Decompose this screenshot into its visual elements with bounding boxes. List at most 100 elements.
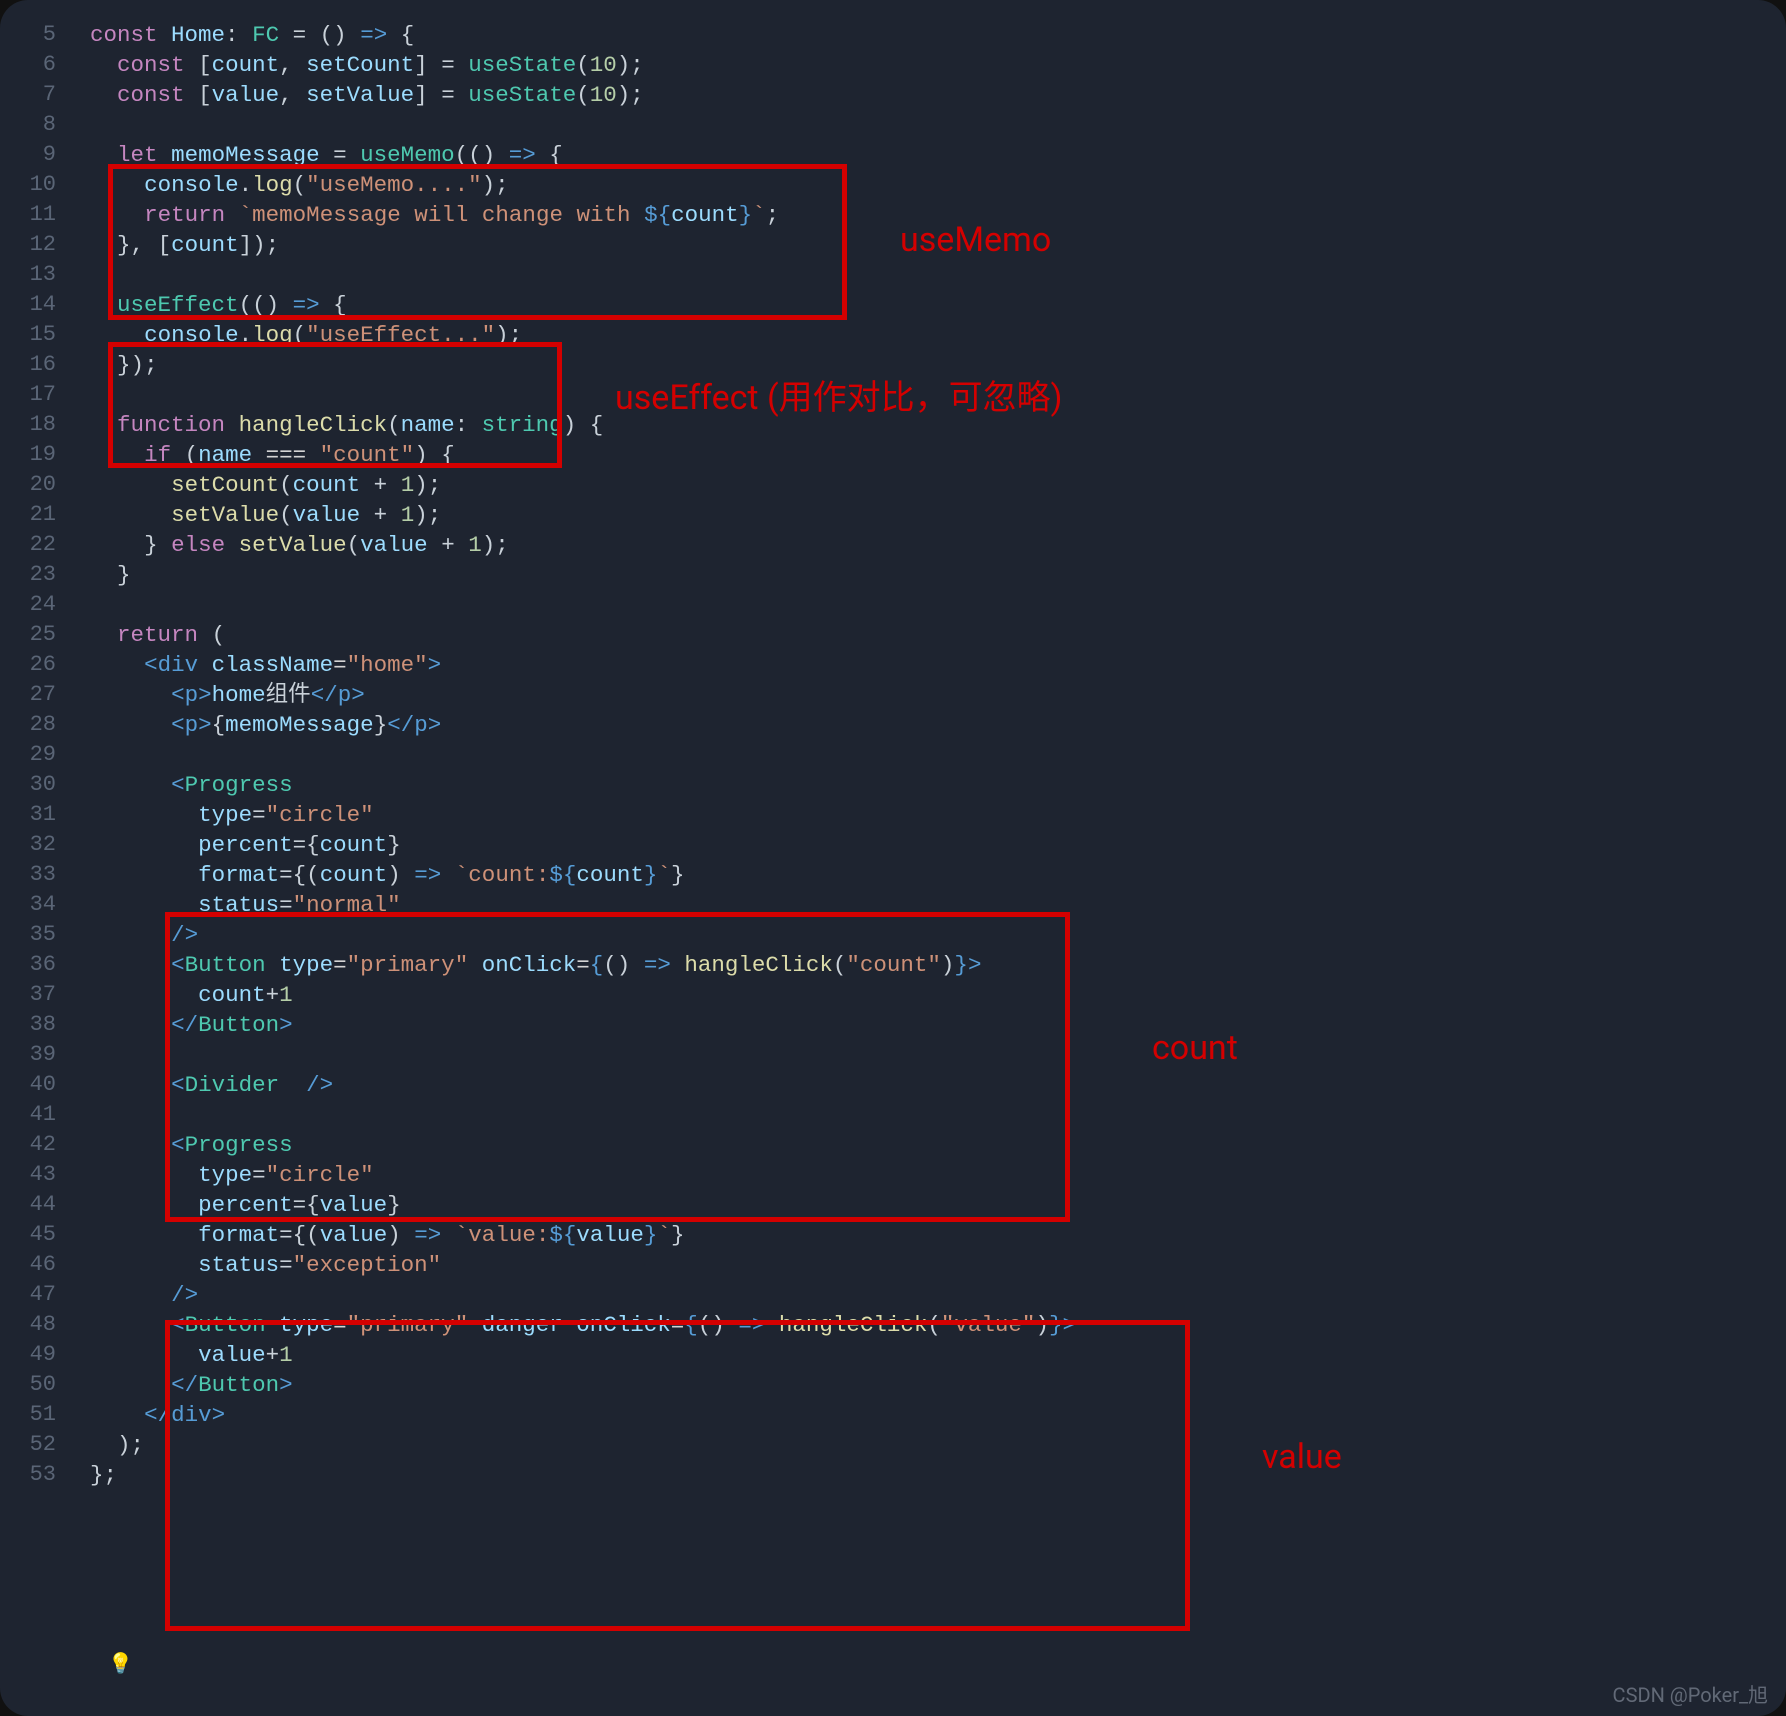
code-line: format={(count) => `count:${count}`} bbox=[90, 860, 1076, 890]
line-number: 40 bbox=[0, 1070, 70, 1100]
code-line: <Button type="primary" danger onClick={(… bbox=[90, 1310, 1076, 1340]
line-number: 31 bbox=[0, 800, 70, 830]
code-line: ); bbox=[90, 1430, 1076, 1460]
line-number: 7 bbox=[0, 80, 70, 110]
line-number: 6 bbox=[0, 50, 70, 80]
code-line: <Divider /> bbox=[90, 1070, 1076, 1100]
line-number: 9 bbox=[0, 140, 70, 170]
line-number: 34 bbox=[0, 890, 70, 920]
line-number: 11 bbox=[0, 200, 70, 230]
line-number: 52 bbox=[0, 1430, 70, 1460]
code-line bbox=[90, 1040, 1076, 1070]
line-number: 29 bbox=[0, 740, 70, 770]
line-number: 26 bbox=[0, 650, 70, 680]
line-number: 23 bbox=[0, 560, 70, 590]
line-number: 35 bbox=[0, 920, 70, 950]
line-number: 53 bbox=[0, 1460, 70, 1490]
code-line bbox=[90, 1100, 1076, 1130]
line-number: 44 bbox=[0, 1190, 70, 1220]
annotation-label-usememo: useMemo bbox=[900, 225, 1051, 255]
line-number: 5 bbox=[0, 20, 70, 50]
code-line: } bbox=[90, 560, 1076, 590]
line-number: 39 bbox=[0, 1040, 70, 1070]
annotation-label-count: count bbox=[1152, 1033, 1238, 1063]
code-editor-frame: 5678910111213141516171819202122232425262… bbox=[0, 0, 1786, 1716]
line-number: 25 bbox=[0, 620, 70, 650]
code-line: type="circle" bbox=[90, 1160, 1076, 1190]
line-number: 45 bbox=[0, 1220, 70, 1250]
code-line: return ( bbox=[90, 620, 1076, 650]
code-line: setValue(value + 1); bbox=[90, 500, 1076, 530]
line-number: 33 bbox=[0, 860, 70, 890]
code-line bbox=[90, 740, 1076, 770]
code-line: <p>home组件</p> bbox=[90, 680, 1076, 710]
annotation-label-value: value bbox=[1262, 1442, 1342, 1472]
code-line: const [count, setCount] = useState(10); bbox=[90, 50, 1076, 80]
code-line: <div className="home"> bbox=[90, 650, 1076, 680]
line-number: 38 bbox=[0, 1010, 70, 1040]
line-number: 13 bbox=[0, 260, 70, 290]
code-line: </Button> bbox=[90, 1010, 1076, 1040]
line-number: 37 bbox=[0, 980, 70, 1010]
line-number: 12 bbox=[0, 230, 70, 260]
code-line: format={(value) => `value:${value}`} bbox=[90, 1220, 1076, 1250]
code-line: let memoMessage = useMemo(() => { bbox=[90, 140, 1076, 170]
code-line: type="circle" bbox=[90, 800, 1076, 830]
line-number: 17 bbox=[0, 380, 70, 410]
code-line: <Progress bbox=[90, 1130, 1076, 1160]
line-number: 32 bbox=[0, 830, 70, 860]
code-line: <Progress bbox=[90, 770, 1076, 800]
line-number: 18 bbox=[0, 410, 70, 440]
code-line: count+1 bbox=[90, 980, 1076, 1010]
line-number: 22 bbox=[0, 530, 70, 560]
code-line: <p>{memoMessage}</p> bbox=[90, 710, 1076, 740]
line-number: 36 bbox=[0, 950, 70, 980]
code-line: </div> bbox=[90, 1400, 1076, 1430]
code-line: if (name === "count") { bbox=[90, 440, 1076, 470]
code-line: status="exception" bbox=[90, 1250, 1076, 1280]
code-line: const [value, setValue] = useState(10); bbox=[90, 80, 1076, 110]
code-line: console.log("useEffect..."); bbox=[90, 320, 1076, 350]
line-number: 48 bbox=[0, 1310, 70, 1340]
line-number: 49 bbox=[0, 1340, 70, 1370]
code-line: }; bbox=[90, 1460, 1076, 1490]
line-number: 19 bbox=[0, 440, 70, 470]
code-line: console.log("useMemo...."); bbox=[90, 170, 1076, 200]
code-line: percent={count} bbox=[90, 830, 1076, 860]
line-number: 47 bbox=[0, 1280, 70, 1310]
line-number: 42 bbox=[0, 1130, 70, 1160]
code-line: useEffect(() => { bbox=[90, 290, 1076, 320]
code-line: const Home: FC = () => { bbox=[90, 20, 1076, 50]
line-number: 20 bbox=[0, 470, 70, 500]
line-number: 15 bbox=[0, 320, 70, 350]
line-number: 27 bbox=[0, 680, 70, 710]
lightbulb-icon: 💡 bbox=[108, 1651, 133, 1681]
watermark: CSDN @Poker_旭 bbox=[1613, 1680, 1768, 1710]
line-number: 50 bbox=[0, 1370, 70, 1400]
line-number: 8 bbox=[0, 110, 70, 140]
line-number: 14 bbox=[0, 290, 70, 320]
code-line: percent={value} bbox=[90, 1190, 1076, 1220]
line-number: 24 bbox=[0, 590, 70, 620]
line-number: 16 bbox=[0, 350, 70, 380]
line-number: 28 bbox=[0, 710, 70, 740]
code-line: </Button> bbox=[90, 1370, 1076, 1400]
code-line bbox=[90, 110, 1076, 140]
line-number: 30 bbox=[0, 770, 70, 800]
code-line: value+1 bbox=[90, 1340, 1076, 1370]
code-line bbox=[90, 260, 1076, 290]
line-number: 21 bbox=[0, 500, 70, 530]
line-number: 46 bbox=[0, 1250, 70, 1280]
code-line: }); bbox=[90, 350, 1076, 380]
code-line: } else setValue(value + 1); bbox=[90, 530, 1076, 560]
code-line: <Button type="primary" onClick={() => ha… bbox=[90, 950, 1076, 980]
code-line: status="normal" bbox=[90, 890, 1076, 920]
code-line: /> bbox=[90, 920, 1076, 950]
line-number: 41 bbox=[0, 1100, 70, 1130]
annotation-label-useeffect: useEffect (用作对比，可忽略) bbox=[615, 383, 1062, 413]
line-number-gutter: 5678910111213141516171819202122232425262… bbox=[0, 20, 70, 1490]
code-line: /> bbox=[90, 1280, 1076, 1310]
line-number: 51 bbox=[0, 1400, 70, 1430]
line-number: 10 bbox=[0, 170, 70, 200]
line-number: 43 bbox=[0, 1160, 70, 1190]
